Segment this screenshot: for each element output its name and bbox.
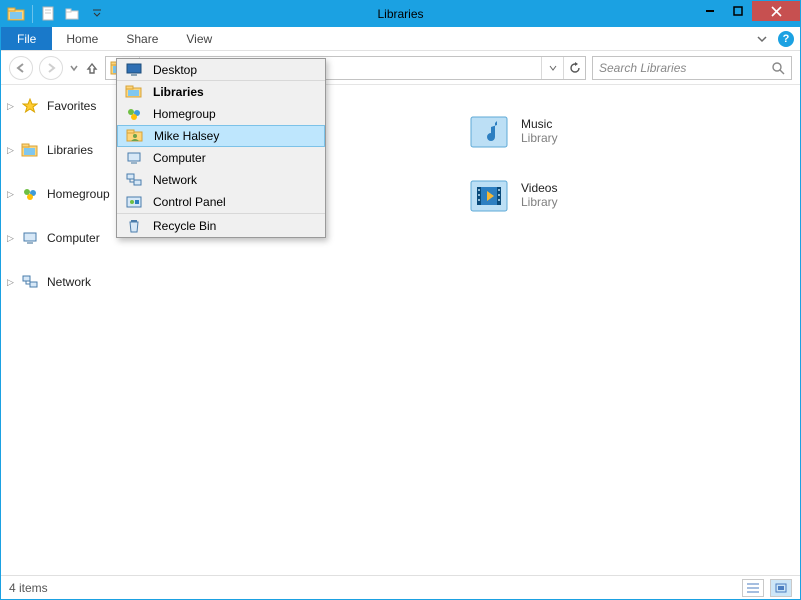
dropdown-label: Desktop [153, 63, 197, 77]
close-button[interactable] [752, 1, 800, 21]
dropdown-item-desktop[interactable]: Desktop [117, 59, 325, 81]
up-button[interactable] [85, 61, 99, 75]
library-item-music[interactable]: Music Library [467, 109, 780, 153]
dropdown-label: Network [153, 173, 197, 187]
navpane-network[interactable]: ▷ Network [1, 269, 157, 295]
music-library-icon [467, 109, 511, 153]
expand-icon: ▷ [7, 101, 14, 112]
dropdown-item-recycle-bin[interactable]: Recycle Bin [117, 213, 325, 237]
status-item-count: 4 items [9, 581, 48, 595]
tab-home[interactable]: Home [52, 27, 112, 50]
dropdown-item-computer[interactable]: Computer [117, 147, 325, 169]
library-sub: Library [521, 131, 558, 145]
quick-access-toolbar [1, 3, 108, 25]
recent-locations-icon[interactable] [69, 63, 79, 73]
navpane-label: Favorites [47, 99, 96, 113]
dropdown-item-libraries[interactable]: Libraries [117, 81, 325, 103]
qat-customize-icon[interactable] [86, 3, 108, 25]
window-title: Libraries [1, 7, 800, 21]
library-name: Videos [521, 181, 558, 195]
status-bar: 4 items [1, 575, 800, 599]
dropdown-item-control-panel[interactable]: Control Panel [117, 191, 325, 213]
help-button[interactable]: ? [778, 31, 794, 47]
maximize-button[interactable] [724, 1, 752, 21]
window-controls [696, 1, 800, 23]
dropdown-label: Control Panel [153, 195, 226, 209]
libraries-icon [125, 83, 143, 101]
dropdown-label: Computer [153, 151, 206, 165]
expand-icon: ▷ [7, 277, 14, 288]
dropdown-label: Libraries [153, 85, 204, 99]
search-box[interactable]: Search Libraries [592, 56, 792, 80]
homegroup-icon [125, 105, 143, 123]
search-icon [771, 61, 785, 75]
back-button[interactable] [9, 56, 33, 80]
qat-separator [32, 5, 33, 23]
address-bar-dropdown: Desktop Libraries Homegroup Mike Halsey … [116, 58, 326, 238]
navpane-label: Homegroup [47, 187, 110, 201]
libraries-icon [21, 141, 39, 159]
expand-icon: ▷ [7, 189, 14, 200]
library-item-videos[interactable]: Videos Library [467, 173, 780, 217]
library-name: Music [521, 117, 558, 131]
recycle-bin-icon [125, 217, 143, 235]
search-placeholder: Search Libraries [599, 61, 771, 75]
navpane-label: Libraries [47, 143, 93, 157]
expand-icon: ▷ [7, 233, 14, 244]
forward-button[interactable] [39, 56, 63, 80]
address-dropdown-icon[interactable] [541, 57, 563, 79]
desktop-icon [125, 61, 143, 79]
folder-icon[interactable] [5, 3, 27, 25]
network-icon [21, 273, 39, 291]
details-view-button[interactable] [742, 579, 764, 597]
dropdown-label: Mike Halsey [154, 129, 219, 143]
computer-icon [125, 149, 143, 167]
dropdown-item-homegroup[interactable]: Homegroup [117, 103, 325, 125]
library-sub: Library [521, 195, 558, 209]
star-icon [21, 97, 39, 115]
properties-icon[interactable] [38, 3, 60, 25]
tab-share[interactable]: Share [112, 27, 172, 50]
expand-icon: ▷ [7, 145, 14, 156]
control-panel-icon [125, 193, 143, 211]
homegroup-icon [21, 185, 39, 203]
videos-library-icon [467, 173, 511, 217]
file-tab[interactable]: File [1, 27, 52, 50]
refresh-button[interactable] [563, 57, 585, 79]
new-folder-icon[interactable] [62, 3, 84, 25]
minimize-button[interactable] [696, 1, 724, 21]
dropdown-item-user[interactable]: Mike Halsey [117, 125, 325, 147]
dropdown-item-network[interactable]: Network [117, 169, 325, 191]
title-bar: Libraries [1, 1, 800, 27]
ribbon-tab-strip: File Home Share View ? [1, 27, 800, 51]
computer-icon [21, 229, 39, 247]
dropdown-label: Recycle Bin [153, 219, 216, 233]
tab-view[interactable]: View [172, 27, 226, 50]
user-folder-icon [126, 127, 144, 145]
navpane-label: Computer [47, 231, 100, 245]
navpane-label: Network [47, 275, 91, 289]
network-icon [125, 171, 143, 189]
dropdown-label: Homegroup [153, 107, 216, 121]
expand-ribbon-icon[interactable] [756, 34, 768, 44]
large-icons-view-button[interactable] [770, 579, 792, 597]
